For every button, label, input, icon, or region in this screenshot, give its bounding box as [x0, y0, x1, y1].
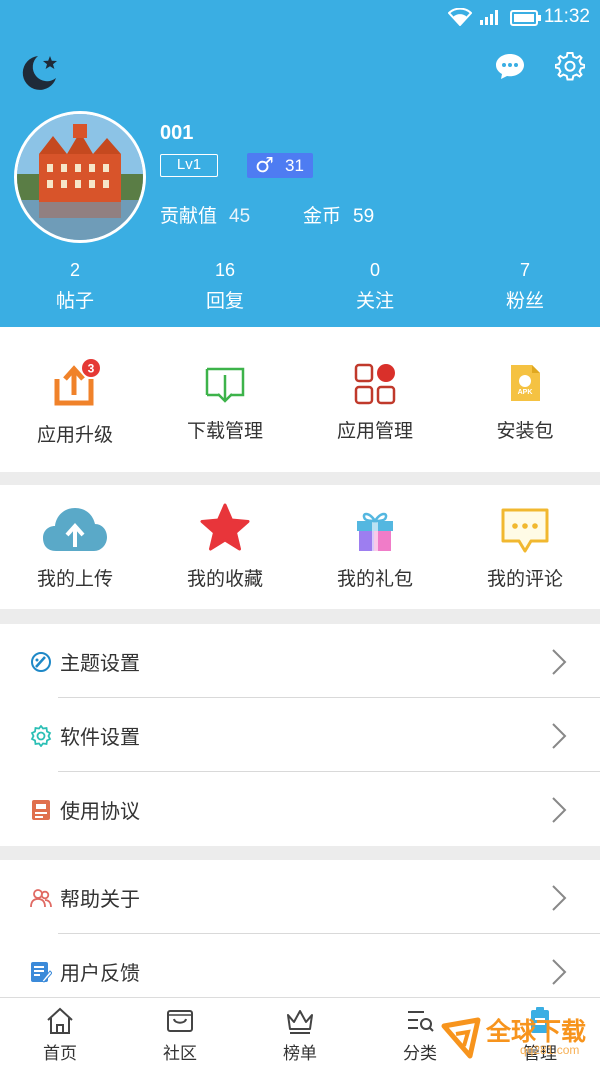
help-about-row[interactable]: 帮助关于 — [0, 860, 600, 934]
night-mode-icon[interactable] — [16, 50, 62, 96]
stat-replies[interactable]: 16 回复 — [165, 260, 285, 313]
star-icon — [200, 503, 250, 551]
user-agreement-row[interactable]: 使用协议 — [0, 772, 600, 846]
app-update-button[interactable]: 3 应用升级 — [0, 327, 150, 472]
apps-grid-icon — [354, 363, 396, 405]
agreement-icon — [32, 800, 50, 820]
upload-box-icon: 3 — [54, 359, 100, 406]
community-icon — [167, 1010, 193, 1032]
chevron-right-icon — [552, 723, 567, 749]
row-label: 使用协议 — [60, 799, 140, 823]
my-gifts-button[interactable]: 我的礼包 — [300, 485, 450, 609]
chevron-right-icon — [552, 649, 567, 675]
tools-grid: 3 应用升级 下载管理 应用管理 APK 安装包 — [0, 327, 600, 472]
personal-label: 我的收藏 — [186, 568, 263, 590]
nav-label: 社区 — [163, 1044, 197, 1064]
my-comments-button[interactable]: 我的评论 — [450, 485, 600, 609]
tool-label: 应用升级 — [36, 424, 113, 446]
watermark: 全球下载 qq281.com — [440, 1012, 600, 1067]
username: 001 — [160, 122, 194, 144]
theme-icon — [31, 652, 51, 672]
app-manager-button[interactable]: 应用管理 — [300, 327, 450, 472]
nav-label: 榜单 — [283, 1044, 317, 1064]
stat-value: 0 — [369, 260, 380, 280]
download-icon — [205, 367, 245, 403]
gear-icon[interactable] — [555, 51, 585, 81]
stat-value: 2 — [69, 260, 80, 280]
my-favorites-button[interactable]: 我的收藏 — [150, 485, 300, 609]
help-icon — [30, 889, 52, 908]
nav-label: 首页 — [43, 1044, 77, 1064]
wifi-icon — [448, 8, 472, 26]
tool-label: 应用管理 — [336, 420, 413, 442]
signal-icon — [480, 10, 498, 25]
personal-grid: 我的上传 我的收藏 我的礼包 我的评论 — [0, 485, 600, 609]
stat-value: 16 — [214, 260, 236, 280]
stat-value: 7 — [519, 260, 530, 280]
personal-label: 我的评论 — [486, 568, 563, 590]
tool-label: 安装包 — [496, 420, 554, 442]
nav-community[interactable]: 社区 — [120, 998, 240, 1067]
stat-followers[interactable]: 7 粉丝 — [465, 260, 585, 313]
message-icon[interactable] — [495, 52, 525, 80]
battery-icon — [510, 10, 541, 26]
section-divider — [0, 472, 600, 485]
chevron-right-icon — [552, 959, 567, 985]
update-count-badge: 3 — [88, 362, 95, 376]
feedback-icon — [31, 962, 52, 983]
status-bar: 11:32 — [0, 0, 600, 36]
coins-value: 59 — [353, 206, 375, 227]
stat-label: 关注 — [355, 290, 394, 312]
stat-label: 粉丝 — [505, 290, 544, 312]
software-settings-row[interactable]: 软件设置 — [0, 698, 600, 772]
coins-stat: 金币 59 — [303, 201, 374, 228]
personal-label: 我的礼包 — [336, 568, 413, 590]
clock: 11:32 — [543, 6, 590, 27]
tool-label: 下载管理 — [186, 420, 263, 442]
apk-packages-button[interactable]: APK 安装包 — [450, 327, 600, 472]
nav-home[interactable]: 首页 — [0, 998, 120, 1067]
my-uploads-button[interactable]: 我的上传 — [0, 485, 150, 609]
contribution-value: 45 — [229, 206, 251, 227]
coins-label: 金币 — [303, 205, 342, 227]
section-divider — [0, 846, 600, 860]
svg-text:APK: APK — [518, 389, 533, 396]
gift-icon — [357, 512, 393, 551]
crown-icon — [287, 1010, 313, 1034]
stat-following[interactable]: 0 关注 — [315, 260, 435, 313]
gender-badge: ♂ 31 — [247, 153, 313, 178]
cloud-upload-icon — [43, 508, 107, 551]
gender-value: 31 — [285, 156, 304, 175]
row-label: 软件设置 — [60, 725, 140, 749]
contribution-label: 贡献值 — [160, 205, 218, 227]
nav-rankings[interactable]: 榜单 — [240, 998, 360, 1067]
row-label: 帮助关于 — [60, 887, 140, 911]
level-badge: Lv1 — [160, 154, 218, 177]
profile-header: 11:32 001 Lv1 ♂ 31 贡献值 45 金币 59 2 帖子 16 … — [0, 0, 600, 327]
personal-label: 我的上传 — [36, 568, 113, 590]
home-icon — [47, 1007, 73, 1034]
stat-label: 回复 — [205, 290, 244, 312]
row-label: 主题设置 — [60, 651, 140, 675]
male-icon: ♂ — [255, 153, 274, 177]
category-icon — [408, 1011, 434, 1032]
settings-icon — [30, 725, 52, 747]
theme-settings-row[interactable]: 主题设置 — [0, 624, 600, 698]
row-label: 用户反馈 — [60, 961, 140, 985]
download-manager-button[interactable]: 下载管理 — [150, 327, 300, 472]
watermark-logo-icon — [441, 1017, 481, 1059]
watermark-site: qq281.com — [520, 1043, 580, 1057]
avatar[interactable] — [14, 111, 146, 243]
stat-posts[interactable]: 2 帖子 — [15, 260, 135, 313]
section-divider — [0, 609, 600, 624]
chevron-right-icon — [552, 797, 567, 823]
stat-label: 帖子 — [55, 290, 94, 312]
avatar-castle-image — [17, 114, 143, 240]
comment-icon — [501, 508, 549, 553]
chevron-right-icon — [552, 885, 567, 911]
contribution-stat: 贡献值 45 — [160, 201, 250, 228]
apk-icon: APK — [511, 365, 540, 401]
